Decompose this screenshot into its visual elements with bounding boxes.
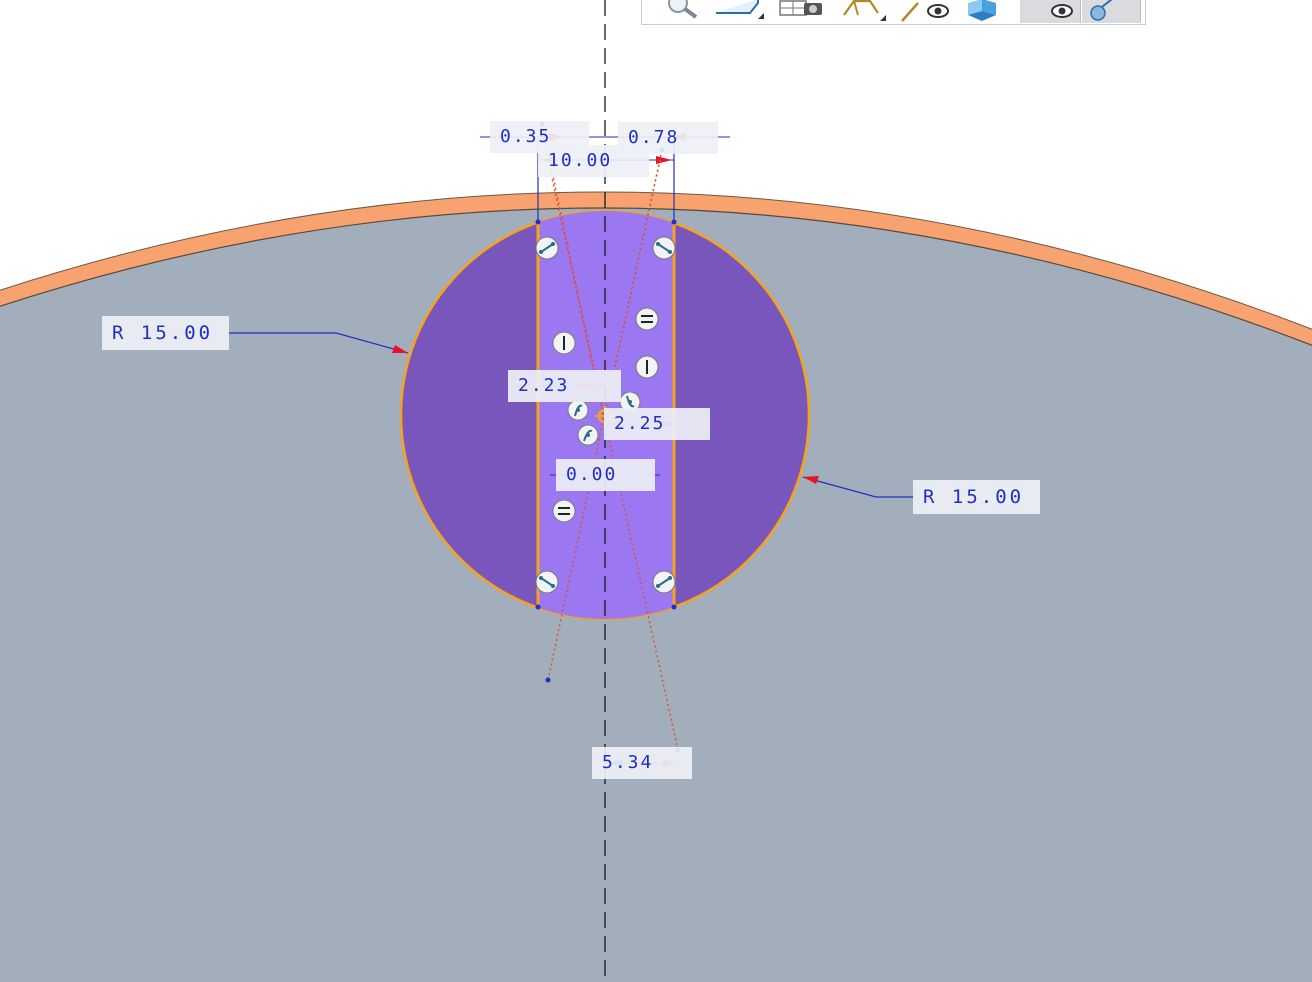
- dim-radius-right[interactable]: R 15.00: [913, 480, 1040, 514]
- visibility-toggle-button[interactable]: [1020, 0, 1081, 23]
- point-on-entity-constraint-icon: [577, 424, 599, 446]
- view-manager-button[interactable]: [960, 0, 1006, 23]
- dim-offset-left[interactable]: 2.23: [508, 370, 621, 402]
- point-on-entity-constraint-icon: [567, 399, 589, 421]
- dim-bottom[interactable]: 5.34: [592, 747, 692, 779]
- equal-constraint-icon: [552, 499, 576, 523]
- equal-constraint-icon: [635, 307, 659, 331]
- dim-offset-right[interactable]: 2.25: [604, 408, 710, 440]
- arrow-width-right: [656, 156, 672, 164]
- saved-views-button[interactable]: [776, 0, 828, 23]
- vertical-constraint-icon: [552, 331, 576, 355]
- appearance-toggle-icon: [1090, 0, 1113, 21]
- display-style-icon: [716, 0, 764, 19]
- vertical-constraint-icon: [635, 355, 659, 379]
- annotation-display-icon: [901, 2, 949, 22]
- tangent-constraint-icon: [535, 236, 559, 260]
- view-manager-icon: [968, 0, 996, 21]
- dim-center[interactable]: 0.00: [556, 459, 655, 491]
- tangent-constraint-icon: [652, 236, 676, 260]
- annotation-display-button[interactable]: [898, 0, 954, 23]
- tangent-constraint-icon: [652, 570, 676, 594]
- sketch-display-button[interactable]: [838, 0, 890, 23]
- dim-width[interactable]: 10.00: [538, 145, 649, 177]
- saved-views-icon: [779, 0, 822, 16]
- zoom-icon: [668, 0, 698, 19]
- tangent-constraint-icon: [535, 570, 559, 594]
- graphics-toolbar: [641, 0, 1146, 25]
- visibility-toggle-icon: [1051, 4, 1073, 18]
- appearance-toggle-button[interactable]: [1082, 0, 1141, 23]
- sketch-display-icon: [843, 0, 886, 21]
- zoom-button[interactable]: [652, 0, 702, 23]
- display-style-button[interactable]: [712, 0, 766, 23]
- dim-radius-left[interactable]: R 15.00: [102, 316, 229, 350]
